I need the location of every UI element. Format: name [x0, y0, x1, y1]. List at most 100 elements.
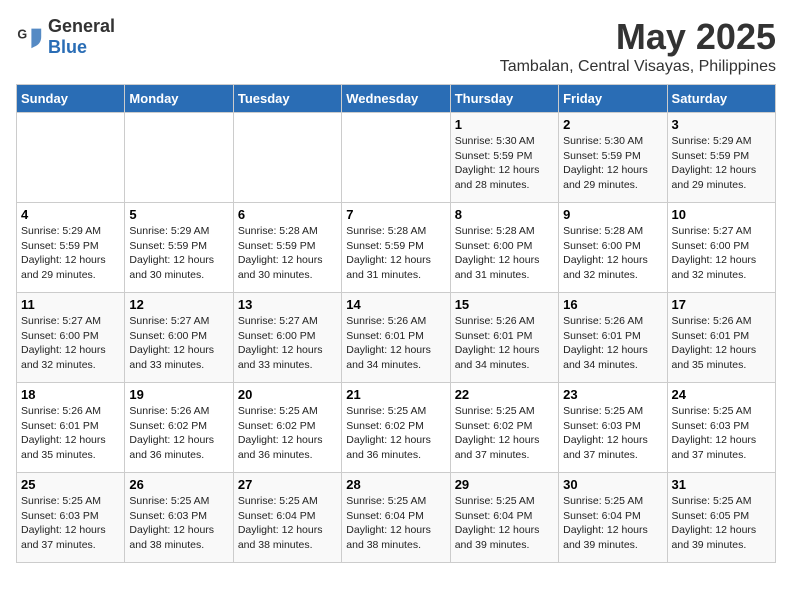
day-number: 26 — [129, 477, 228, 492]
day-info: Sunrise: 5:26 AM Sunset: 6:01 PM Dayligh… — [455, 314, 554, 373]
day-info: Sunrise: 5:25 AM Sunset: 6:03 PM Dayligh… — [563, 404, 662, 463]
day-number: 19 — [129, 387, 228, 402]
calendar-cell: 21 Sunrise: 5:25 AM Sunset: 6:02 PM Dayli… — [342, 383, 450, 473]
calendar-cell: 8 Sunrise: 5:28 AM Sunset: 6:00 PM Daylig… — [450, 203, 558, 293]
day-info: Sunrise: 5:28 AM Sunset: 6:00 PM Dayligh… — [455, 224, 554, 283]
day-number: 4 — [21, 207, 120, 222]
day-number: 21 — [346, 387, 445, 402]
week-row-4: 18Sunrise: 5:26 AM Sunset: 6:01 PM Dayli… — [17, 383, 776, 473]
header: G General Blue May 2025 Tambalan, Centra… — [16, 16, 776, 76]
calendar-cell: 12Sunrise: 5:27 AM Sunset: 6:00 PM Dayli… — [125, 293, 233, 383]
day-info: Sunrise: 5:25 AM Sunset: 6:04 PM Dayligh… — [238, 494, 337, 553]
day-info: Sunrise: 5:25 AM Sunset: 6:03 PM Dayligh… — [21, 494, 120, 553]
day-info: Sunrise: 5:25 AM Sunset: 6:03 PM Dayligh… — [129, 494, 228, 553]
day-info: Sunrise: 5:28 AM Sunset: 5:59 PM Dayligh… — [238, 224, 337, 283]
day-header-monday: Monday — [125, 85, 233, 113]
day-info: Sunrise: 5:25 AM Sunset: 6:04 PM Dayligh… — [346, 494, 445, 553]
calendar-cell: 1 Sunrise: 5:30 AM Sunset: 5:59 PM Daylig… — [450, 113, 558, 203]
calendar-cell: 30 Sunrise: 5:25 AM Sunset: 6:04 PM Dayli… — [559, 473, 667, 563]
day-number: 15 — [455, 297, 554, 312]
calendar-cell: 2 Sunrise: 5:30 AM Sunset: 5:59 PM Daylig… — [559, 113, 667, 203]
calendar-cell: 25Sunrise: 5:25 AM Sunset: 6:03 PM Dayli… — [17, 473, 125, 563]
day-number: 28 — [346, 477, 445, 492]
day-header-thursday: Thursday — [450, 85, 558, 113]
day-header-tuesday: Tuesday — [233, 85, 341, 113]
day-info: Sunrise: 5:28 AM Sunset: 5:59 PM Dayligh… — [346, 224, 445, 283]
day-number: 14 — [346, 297, 445, 312]
day-number: 13 — [238, 297, 337, 312]
day-info: Sunrise: 5:27 AM Sunset: 6:00 PM Dayligh… — [21, 314, 120, 373]
day-number: 8 — [455, 207, 554, 222]
calendar-cell: 5 Sunrise: 5:29 AM Sunset: 5:59 PM Daylig… — [125, 203, 233, 293]
calendar-cell: 11 Sunrise: 5:27 AM Sunset: 6:00 PM Dayli… — [17, 293, 125, 383]
logo-text: General Blue — [48, 16, 115, 58]
calendar-cell — [17, 113, 125, 203]
day-number: 3 — [672, 117, 771, 132]
day-header-sunday: Sunday — [17, 85, 125, 113]
calendar-cell: 15 Sunrise: 5:26 AM Sunset: 6:01 PM Dayli… — [450, 293, 558, 383]
calendar-cell: 7 Sunrise: 5:28 AM Sunset: 5:59 PM Daylig… — [342, 203, 450, 293]
day-header-saturday: Saturday — [667, 85, 775, 113]
calendar-table: SundayMondayTuesdayWednesdayThursdayFrid… — [16, 84, 776, 563]
week-row-2: 4 Sunrise: 5:29 AM Sunset: 5:59 PM Daylig… — [17, 203, 776, 293]
day-number: 30 — [563, 477, 662, 492]
day-info: Sunrise: 5:27 AM Sunset: 6:00 PM Dayligh… — [238, 314, 337, 373]
calendar-cell: 19Sunrise: 5:26 AM Sunset: 6:02 PM Dayli… — [125, 383, 233, 473]
day-header-row: SundayMondayTuesdayWednesdayThursdayFrid… — [17, 85, 776, 113]
calendar-cell: 24Sunrise: 5:25 AM Sunset: 6:03 PM Dayli… — [667, 383, 775, 473]
logo-general: General — [48, 16, 115, 36]
day-number: 9 — [563, 207, 662, 222]
subtitle: Tambalan, Central Visayas, Philippines — [500, 58, 776, 76]
calendar-cell: 20 Sunrise: 5:25 AM Sunset: 6:02 PM Dayli… — [233, 383, 341, 473]
calendar-cell: 13 Sunrise: 5:27 AM Sunset: 6:00 PM Dayli… — [233, 293, 341, 383]
week-row-1: 1 Sunrise: 5:30 AM Sunset: 5:59 PM Daylig… — [17, 113, 776, 203]
day-info: Sunrise: 5:29 AM Sunset: 5:59 PM Dayligh… — [129, 224, 228, 283]
svg-text:G: G — [17, 27, 27, 41]
calendar-cell — [233, 113, 341, 203]
day-info: Sunrise: 5:26 AM Sunset: 6:01 PM Dayligh… — [563, 314, 662, 373]
day-number: 1 — [455, 117, 554, 132]
day-number: 22 — [455, 387, 554, 402]
logo: G General Blue — [16, 16, 115, 58]
week-row-3: 11 Sunrise: 5:27 AM Sunset: 6:00 PM Dayli… — [17, 293, 776, 383]
day-info: Sunrise: 5:25 AM Sunset: 6:02 PM Dayligh… — [238, 404, 337, 463]
main-title: May 2025 — [500, 16, 776, 58]
calendar-cell: 3Sunrise: 5:29 AM Sunset: 5:59 PM Daylig… — [667, 113, 775, 203]
day-info: Sunrise: 5:30 AM Sunset: 5:59 PM Dayligh… — [563, 134, 662, 193]
day-number: 27 — [238, 477, 337, 492]
day-number: 16 — [563, 297, 662, 312]
day-number: 11 — [21, 297, 120, 312]
calendar-cell: 26 Sunrise: 5:25 AM Sunset: 6:03 PM Dayli… — [125, 473, 233, 563]
day-info: Sunrise: 5:27 AM Sunset: 6:00 PM Dayligh… — [672, 224, 771, 283]
day-number: 20 — [238, 387, 337, 402]
calendar-cell — [342, 113, 450, 203]
day-number: 5 — [129, 207, 228, 222]
day-info: Sunrise: 5:26 AM Sunset: 6:01 PM Dayligh… — [672, 314, 771, 373]
logo-icon: G — [16, 23, 44, 51]
day-number: 23 — [563, 387, 662, 402]
day-number: 10 — [672, 207, 771, 222]
day-info: Sunrise: 5:25 AM Sunset: 6:02 PM Dayligh… — [346, 404, 445, 463]
day-info: Sunrise: 5:30 AM Sunset: 5:59 PM Dayligh… — [455, 134, 554, 193]
calendar-cell: 16 Sunrise: 5:26 AM Sunset: 6:01 PM Dayli… — [559, 293, 667, 383]
calendar-cell: 23 Sunrise: 5:25 AM Sunset: 6:03 PM Dayli… — [559, 383, 667, 473]
day-info: Sunrise: 5:28 AM Sunset: 6:00 PM Dayligh… — [563, 224, 662, 283]
day-info: Sunrise: 5:26 AM Sunset: 6:01 PM Dayligh… — [346, 314, 445, 373]
day-info: Sunrise: 5:25 AM Sunset: 6:02 PM Dayligh… — [455, 404, 554, 463]
day-header-wednesday: Wednesday — [342, 85, 450, 113]
calendar-cell: 28 Sunrise: 5:25 AM Sunset: 6:04 PM Dayli… — [342, 473, 450, 563]
calendar-cell: 29Sunrise: 5:25 AM Sunset: 6:04 PM Dayli… — [450, 473, 558, 563]
title-area: May 2025 Tambalan, Central Visayas, Phil… — [500, 16, 776, 76]
day-info: Sunrise: 5:25 AM Sunset: 6:03 PM Dayligh… — [672, 404, 771, 463]
day-number: 17 — [672, 297, 771, 312]
day-info: Sunrise: 5:25 AM Sunset: 6:04 PM Dayligh… — [563, 494, 662, 553]
day-info: Sunrise: 5:26 AM Sunset: 6:01 PM Dayligh… — [21, 404, 120, 463]
day-number: 12 — [129, 297, 228, 312]
calendar-cell: 27 Sunrise: 5:25 AM Sunset: 6:04 PM Dayli… — [233, 473, 341, 563]
day-info: Sunrise: 5:29 AM Sunset: 5:59 PM Dayligh… — [21, 224, 120, 283]
day-number: 2 — [563, 117, 662, 132]
day-number: 7 — [346, 207, 445, 222]
calendar-cell: 22 Sunrise: 5:25 AM Sunset: 6:02 PM Dayli… — [450, 383, 558, 473]
calendar-cell: 17 Sunrise: 5:26 AM Sunset: 6:01 PM Dayli… — [667, 293, 775, 383]
day-number: 29 — [455, 477, 554, 492]
